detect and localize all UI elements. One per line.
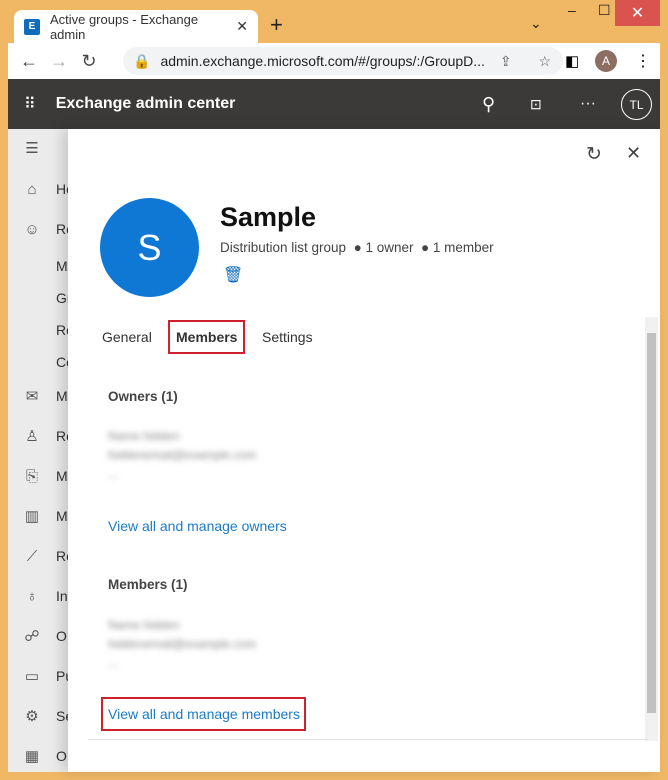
footer-divider: [88, 739, 648, 740]
delete-icon[interactable]: 🗑: [223, 265, 243, 285]
app-title: Exchange admin center: [55, 95, 236, 112]
migration-icon: ⎘: [25, 467, 38, 485]
address-bar-row: ← → ↻ 🔒 admin.exchange.microsoft.com/#/gr…: [8, 43, 660, 79]
sidebar-item-reports[interactable]: ⟋ Re: [8, 546, 74, 566]
tab-members[interactable]: Members: [168, 320, 246, 354]
owner-entry: Name hidden hiddenemail@example.com...: [108, 429, 257, 481]
minimize-button[interactable]: –: [568, 2, 576, 18]
sidebar-item-insights[interactable]: ♁ In: [8, 586, 67, 606]
sidebar-item-public-folders[interactable]: ▭ Pu: [8, 666, 73, 686]
maximize-button[interactable]: ☐: [598, 2, 611, 19]
browser-tab[interactable]: E Active groups - Exchange admin ✕: [14, 10, 258, 43]
group-name: Sample: [220, 202, 317, 232]
sidebar-item-mobile[interactable]: ▥ M: [8, 506, 68, 526]
app-launcher-icon[interactable]: ⠿: [24, 94, 36, 114]
sidebar-item-resources[interactable]: Re: [8, 320, 74, 340]
manage-members-link[interactable]: View all and manage members: [108, 706, 300, 722]
url-field[interactable]: 🔒 admin.exchange.microsoft.com/#/groups/:…: [123, 47, 563, 75]
owners-heading: Owners (1): [108, 389, 178, 404]
url-text: admin.exchange.microsoft.com/#/groups/:/…: [160, 53, 485, 69]
sidebar-item-recipients[interactable]: ☺ Re: [8, 219, 74, 239]
close-icon[interactable]: ✕: [626, 143, 641, 164]
grid-icon: ▦: [24, 748, 40, 765]
cloud-shell-icon[interactable]: ⊡: [530, 96, 542, 113]
group-summary: Distribution list group ● 1 owner ● 1 me…: [220, 240, 494, 255]
sidebar-item-home[interactable]: ⌂ Ho: [8, 179, 73, 199]
app-header: ⠿ Exchange admin center ⚲ ⊡ ··· TL: [8, 79, 660, 129]
sidebar-item-settings[interactable]: ⚙ Se: [8, 706, 73, 726]
forward-icon[interactable]: →: [44, 51, 74, 72]
user-avatar[interactable]: TL: [621, 89, 652, 120]
tab-settings[interactable]: Settings: [262, 329, 313, 345]
org-icon: ☍: [24, 628, 40, 645]
manage-owners-link[interactable]: View all and manage owners: [108, 518, 287, 534]
reload-icon[interactable]: ↻: [74, 51, 104, 72]
sidebar-item-contacts[interactable]: Co: [8, 352, 74, 372]
lock-icon: 🔒: [133, 52, 151, 69]
side-panel-icon[interactable]: ◧: [565, 52, 579, 70]
scrollbar-thumb[interactable]: [647, 333, 656, 713]
group-avatar: S: [100, 198, 199, 297]
window-close-button[interactable]: ✕: [615, 0, 660, 26]
exchange-favicon: E: [24, 18, 40, 35]
sidebar-item-mailboxes[interactable]: M: [8, 256, 68, 276]
scrollbar[interactable]: [645, 317, 658, 741]
group-details-panel: ↻ ✕ S Sample Distribution list group ● 1…: [68, 129, 660, 772]
roles-icon: ♙: [25, 428, 39, 445]
sidebar-item-groups[interactable]: Gr: [8, 288, 72, 308]
sidebar-item-mail-flow[interactable]: ✉ M: [8, 386, 68, 406]
chart-icon: ⟋: [26, 547, 38, 565]
star-icon[interactable]: ☆: [538, 53, 551, 70]
tab-search-icon[interactable]: ⌄: [530, 15, 542, 32]
profile-avatar[interactable]: A: [595, 50, 617, 72]
back-icon[interactable]: ←: [14, 51, 44, 72]
sidebar-item-organization[interactable]: ☍ O: [8, 626, 67, 646]
new-tab-button[interactable]: +: [270, 12, 283, 38]
members-heading: Members (1): [108, 577, 188, 592]
search-icon[interactable]: ⚲: [482, 94, 495, 115]
home-icon: ⌂: [27, 180, 37, 198]
member-entry: Name hidden hiddenemail@example.com...: [108, 618, 257, 670]
gear-icon: ⚙: [25, 708, 39, 725]
folder-icon: ▭: [24, 668, 40, 685]
tab-title: Active groups - Exchange admin: [49, 11, 199, 42]
mobile-icon: ▥: [24, 508, 40, 525]
lightbulb-icon: ♁: [26, 587, 38, 605]
refresh-icon[interactable]: ↻: [586, 143, 602, 166]
tab-general[interactable]: General: [102, 329, 152, 345]
sidebar-item-migration[interactable]: ⎘ M: [8, 466, 68, 486]
close-tab-icon[interactable]: ✕: [236, 18, 248, 35]
mail-icon: ✉: [25, 388, 39, 405]
menu-icon[interactable]: ⋮: [635, 51, 651, 71]
person-icon: ☺: [24, 220, 40, 238]
more-icon[interactable]: ···: [580, 95, 596, 113]
share-icon[interactable]: ⇪: [500, 53, 512, 70]
hamburger-icon[interactable]: ☰: [8, 138, 56, 158]
sidebar-item-other[interactable]: ▦ O: [8, 746, 67, 766]
sidebar-item-roles[interactable]: ♙ Ro: [8, 426, 74, 446]
